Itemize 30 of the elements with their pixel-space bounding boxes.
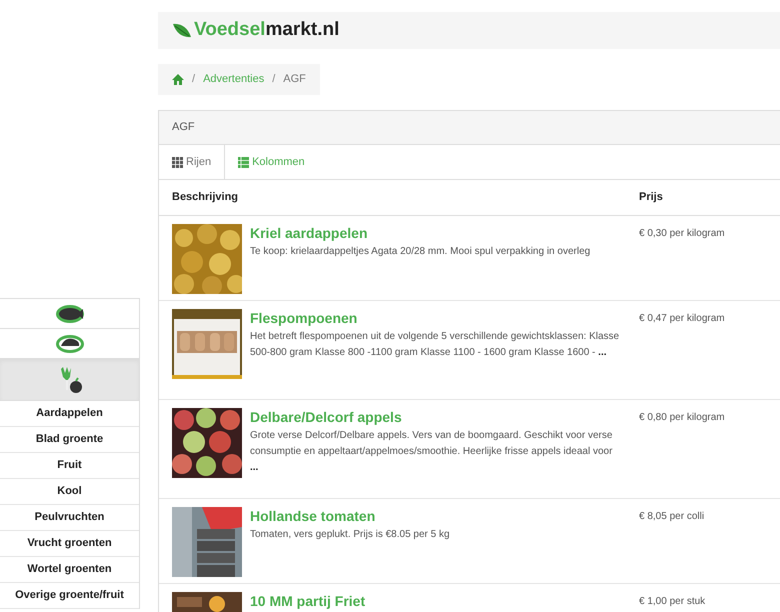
listing-price: € 0,47 per kilogram — [639, 312, 725, 326]
home-icon[interactable] — [172, 74, 184, 85]
listing-price: € 0,80 per kilogram — [639, 411, 725, 425]
subcategory-item[interactable]: Peulvruchten — [0, 505, 139, 531]
listing-price: € 1,00 per stuk — [639, 595, 706, 609]
leaf-icon — [172, 22, 192, 38]
breadcrumb-separator: / — [272, 72, 276, 88]
column-header: Prijs — [639, 190, 663, 206]
subcategory-item[interactable]: Aardappelen — [0, 401, 139, 427]
subcategory-item[interactable]: Overige groente/fruit — [0, 583, 139, 609]
meat-icon — [54, 334, 84, 354]
panel-heading: AGF — [159, 111, 780, 145]
listing-description: Grote verse Delcorf/Delbare appels. Vers van de boomgaard. Geschikt voor verse consumptie en appeltaart/appelmoes/smoothie. Heerlijke frisse appels ideaal voor ... — [250, 429, 614, 475]
subcategory-item[interactable]: Wortel groenten — [0, 557, 139, 583]
subcategory-item[interactable]: Kool — [0, 479, 139, 505]
subcategory-item[interactable]: Vrucht groenten — [0, 531, 139, 557]
fish-icon — [54, 304, 84, 324]
listing-description: Te koop: krielaardappeltjes Agata 20/28 mm. Mooi spul verpakking in overleg — [250, 245, 592, 259]
listing-description: Het betreft flespompoenen uit de volgende 5 verschillende gewichtsklassen: Klasse 500-800 gram Klasse 800 -1100 gram Klasse 1100 - 1600 gram Klasse 1600 - ... — [250, 330, 620, 360]
listing-price: € 8,05 per colli — [639, 510, 704, 524]
subcategory-item[interactable]: Blad groente — [0, 427, 139, 453]
list-icon — [238, 156, 250, 168]
subcategory-item[interactable]: Fruit — [0, 453, 139, 479]
listing-price: € 0,30 per kilogram — [639, 227, 725, 241]
listing-description: Tomaten, vers geplukt. Prijs is €8.05 per 5 kg — [250, 528, 451, 542]
breadcrumb-separator: / — [192, 72, 196, 88]
breadcrumb-current: AGF — [283, 72, 306, 88]
grid-icon — [172, 156, 183, 168]
column-header: Beschrijving — [171, 190, 240, 206]
logo-text[interactable]: Voedselmarkt.nl — [194, 16, 340, 45]
